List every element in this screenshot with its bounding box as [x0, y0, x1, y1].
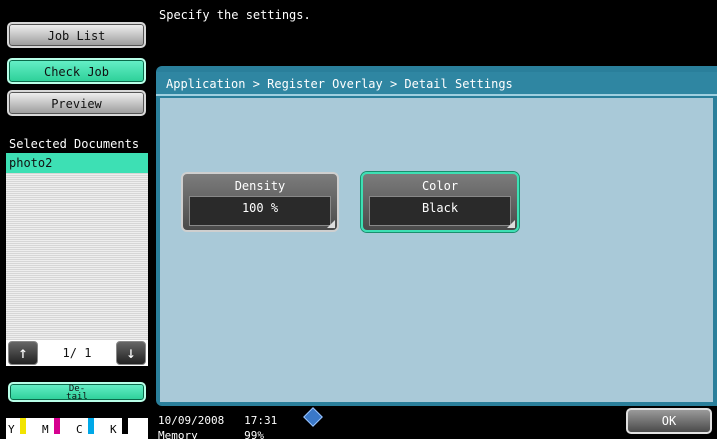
settings-panel: Application > Register Overlay > Detail … — [156, 66, 717, 406]
ok-button[interactable]: OK — [626, 408, 712, 434]
memory-status: Memory 99% — [158, 429, 264, 442]
check-job-label: Check Job — [43, 65, 110, 79]
list-item[interactable]: photo2 — [6, 153, 148, 173]
sidebar: Job List Check Job Preview Selected Docu… — [0, 0, 152, 439]
network-icon — [303, 407, 323, 427]
pager: ↑ 1/ 1 ↓ — [6, 340, 148, 366]
corner-marker-icon — [327, 220, 335, 228]
check-job-button[interactable]: Check Job — [7, 58, 146, 84]
panel-body: Density 100 % Color Black — [160, 98, 713, 402]
toner-k-bar — [122, 418, 128, 434]
detail-button[interactable]: De- tail — [8, 382, 146, 402]
job-list-button[interactable]: Job List — [7, 22, 146, 48]
preview-label: Preview — [51, 97, 102, 111]
density-label: Density — [234, 179, 286, 193]
status-bar: 10/09/2008 17:31 Memory 99% OK — [152, 406, 717, 442]
color-value: Black — [369, 196, 511, 226]
toner-m-bar — [54, 418, 60, 434]
selected-documents-header: Selected Documents — [6, 136, 148, 153]
color-button[interactable]: Color Black — [361, 172, 519, 232]
selected-documents-list: Selected Documents photo2 — [6, 136, 148, 364]
toner-m-label: M — [42, 423, 49, 436]
toner-y-label: Y — [8, 423, 15, 436]
page-up-button[interactable]: ↑ — [8, 341, 38, 365]
corner-marker-icon — [507, 220, 515, 228]
arrow-up-icon: ↑ — [18, 343, 28, 362]
toner-k-label: K — [110, 423, 117, 436]
density-button[interactable]: Density 100 % — [181, 172, 339, 232]
toner-c-label: C — [76, 423, 83, 436]
toner-y-bar — [20, 418, 26, 434]
preview-button[interactable]: Preview — [7, 90, 146, 116]
toner-c-bar — [88, 418, 94, 434]
message-area: Specify the settings. — [152, 0, 717, 58]
page-indicator: 1/ 1 — [62, 346, 92, 360]
datetime: 10/09/2008 17:31 — [158, 414, 278, 427]
color-label: Color — [421, 179, 459, 193]
instruction-text: Specify the settings. — [159, 8, 311, 22]
toner-levels: Y M C K — [6, 418, 148, 439]
density-value: 100 % — [189, 196, 331, 226]
page-down-button[interactable]: ↓ — [116, 341, 146, 365]
job-list-label: Job List — [47, 29, 106, 43]
arrow-down-icon: ↓ — [126, 343, 136, 362]
breadcrumb: Application > Register Overlay > Detail … — [156, 72, 717, 96]
detail-label: De- tail — [66, 384, 88, 402]
